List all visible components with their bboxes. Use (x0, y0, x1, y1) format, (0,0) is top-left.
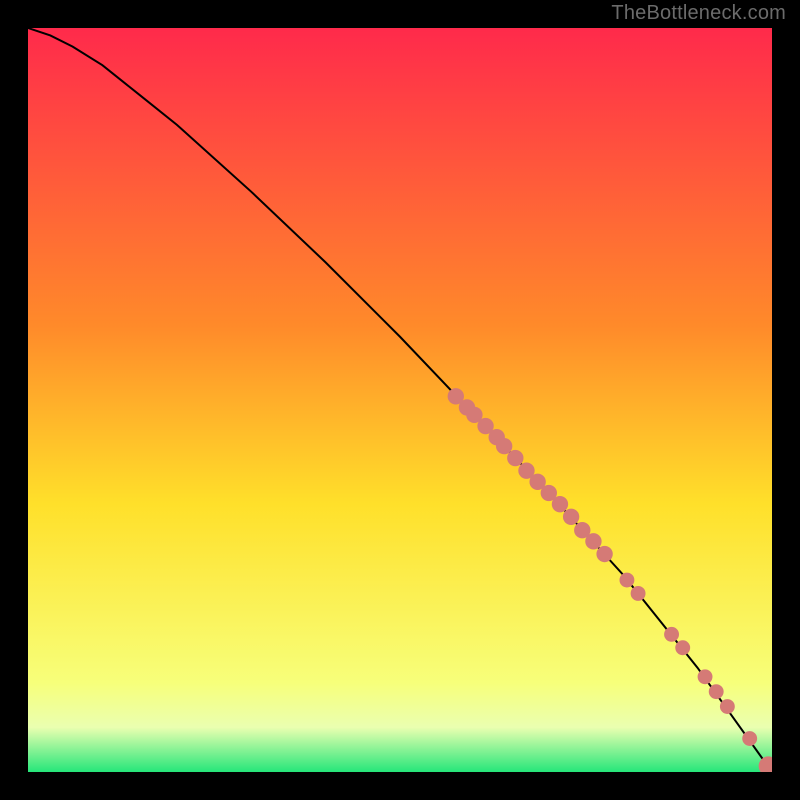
data-marker (596, 546, 612, 562)
data-marker (742, 731, 757, 746)
chart-svg (28, 28, 772, 772)
data-marker (496, 438, 512, 454)
data-marker (709, 684, 724, 699)
data-marker (507, 450, 523, 466)
chart-frame: TheBottleneck.com (0, 0, 800, 800)
data-marker (563, 509, 579, 525)
data-marker (619, 573, 634, 588)
data-marker (585, 533, 601, 549)
data-marker (698, 669, 713, 684)
plot-area (28, 28, 772, 772)
data-marker (675, 640, 690, 655)
data-marker (720, 699, 735, 714)
gradient-background (28, 28, 772, 772)
data-marker (664, 627, 679, 642)
data-marker (631, 586, 646, 601)
data-marker (552, 496, 568, 512)
attribution-label: TheBottleneck.com (611, 2, 786, 25)
